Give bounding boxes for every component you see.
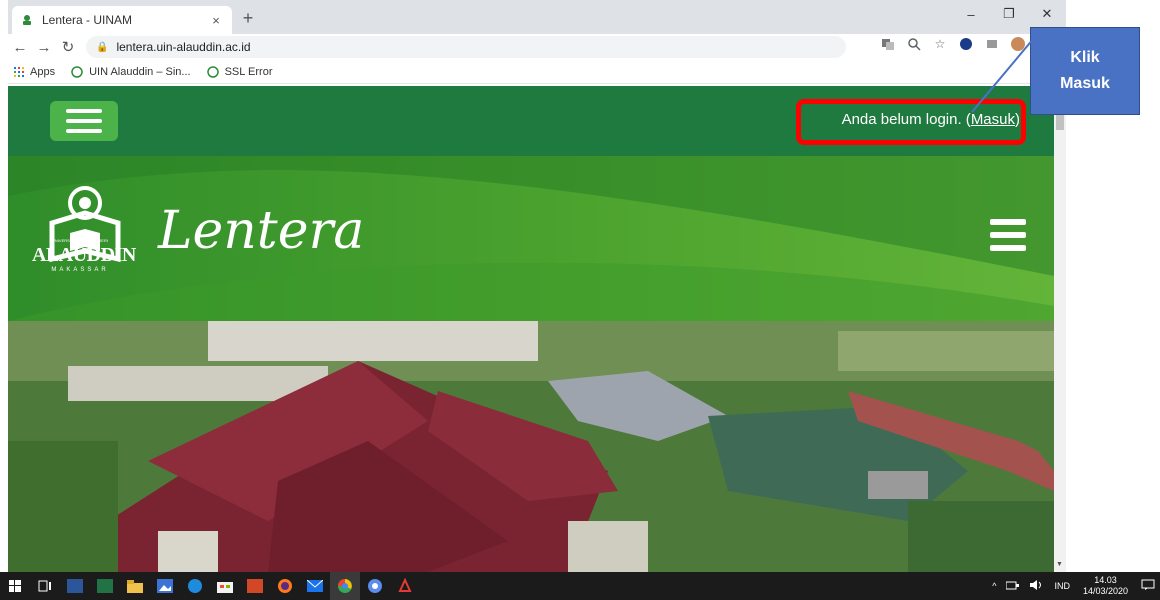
bookmark-label: Apps [30, 65, 56, 78]
windows-start-icon[interactable] [0, 572, 30, 600]
screenshot-root: Lentera - UINAM × + – ❐ ✕ ← → ↻ 🔒 lenter… [0, 0, 1160, 600]
lock-icon: 🔒 [96, 41, 109, 53]
url-text: lentera.uin-alauddin.ac.id [116, 40, 251, 54]
minimize-button[interactable]: – [952, 0, 990, 28]
campus-aerial-photo [8, 321, 1054, 572]
network-icon[interactable] [1001, 580, 1025, 592]
bookmark-label: UIN Alauddin – Sin... [89, 65, 191, 78]
chrome-profile-icon[interactable] [360, 572, 390, 600]
tray-chevron-up-icon[interactable]: ^ [987, 581, 1001, 591]
new-tab-button[interactable]: + [238, 8, 258, 28]
hero-banner: UNIVERSITAS ISLAM NEGERI ALAUDDIN MAKASS… [8, 156, 1054, 321]
hamburger-bar [66, 129, 102, 133]
bookmark-uin-alauddin[interactable]: UIN Alauddin – Sin... [71, 66, 191, 78]
site-favicon-icon [20, 13, 34, 27]
browser-tab-lentera[interactable]: Lentera - UINAM × [12, 6, 232, 34]
clock-time: 14.03 [1094, 575, 1117, 585]
menu-bar [990, 245, 1026, 251]
reload-icon[interactable]: ↻ [56, 35, 80, 59]
callout-line-2: Masuk [1060, 75, 1110, 92]
close-window-button[interactable]: ✕ [1028, 0, 1066, 28]
annotation-callout: Klik Masuk [1030, 27, 1140, 115]
tab-close-icon[interactable]: × [208, 13, 224, 28]
powerpoint-icon[interactable] [240, 572, 270, 600]
address-bar: ← → ↻ 🔒 lentera.uin-alauddin.ac.id ☆ [8, 34, 1066, 60]
window-controls: – ❐ ✕ [952, 0, 1066, 28]
site-brand-title[interactable]: Lentera [158, 201, 364, 261]
restore-button[interactable]: ❐ [990, 0, 1028, 28]
logo-subtitle: UNIVERSITAS ISLAM NEGERI [52, 238, 108, 243]
web-page: Anda belum login. (Masuk) UNIVERSITAS IS… [8, 86, 1054, 572]
bookmark-apps[interactable]: Apps [14, 66, 55, 78]
edge-icon[interactable] [180, 572, 210, 600]
hamburger-bar [66, 109, 102, 113]
tab-bar: Lentera - UINAM × + – ❐ ✕ [8, 0, 1066, 34]
drawer-toggle-button[interactable] [50, 101, 118, 141]
task-view-icon[interactable] [30, 572, 60, 600]
photos-icon[interactable] [150, 572, 180, 600]
notifications-icon[interactable] [1136, 579, 1160, 593]
volume-icon[interactable] [1025, 580, 1049, 592]
photo-illustration [8, 321, 1054, 572]
url-input[interactable]: 🔒 lentera.uin-alauddin.ac.id [86, 36, 846, 58]
taskbar-clock[interactable]: 14.03 14/03/2020 [1075, 575, 1136, 597]
logo-name: ALAUDDIN [32, 244, 136, 266]
site-favicon-icon [206, 65, 219, 78]
bookmark-ssl-error[interactable]: SSL Error [206, 65, 273, 78]
logo-city: MAKASSAR [51, 267, 109, 273]
word-icon[interactable] [60, 572, 90, 600]
highlight-box [796, 99, 1026, 145]
top-navbar: Anda belum login. (Masuk) [8, 86, 1054, 156]
chrome-icon[interactable] [330, 572, 360, 600]
clock-date: 14/03/2020 [1082, 586, 1128, 596]
menu-bar [990, 232, 1026, 238]
zoom-icon[interactable] [906, 36, 922, 52]
profile-avatar-icon[interactable] [1010, 36, 1026, 52]
file-explorer-icon[interactable] [120, 572, 150, 600]
mail-icon[interactable] [300, 572, 330, 600]
acrobat-icon[interactable] [390, 572, 420, 600]
callout-line-1: Klik [1070, 49, 1100, 66]
translate-icon[interactable] [880, 36, 896, 52]
scroll-down-arrow-icon[interactable]: ▼ [1056, 561, 1063, 568]
extension-icon[interactable] [958, 36, 974, 52]
windows-taskbar: ^ IND 14.03 14/03/2020 [0, 572, 1160, 600]
bookmark-label: SSL Error [224, 65, 273, 78]
menu-bar [990, 219, 1026, 225]
excel-icon[interactable] [90, 572, 120, 600]
extension-2-icon[interactable] [984, 36, 1000, 52]
forward-arrow-icon[interactable]: → [32, 35, 56, 59]
menu-icon[interactable] [990, 219, 1026, 251]
apps-grid-icon [14, 66, 24, 77]
system-tray: ^ IND 14.03 14/03/2020 [987, 572, 1160, 600]
firefox-icon[interactable] [270, 572, 300, 600]
input-language[interactable]: IND [1049, 581, 1075, 591]
browser-window: Lentera - UINAM × + – ❐ ✕ ← → ↻ 🔒 lenter… [8, 0, 1066, 572]
bookmark-star-icon[interactable]: ☆ [932, 36, 948, 52]
address-bar-actions: ☆ [880, 36, 1026, 52]
bookmarks-bar: Apps UIN Alauddin – Sin... SSL Error [8, 60, 1066, 84]
page-scrollbar[interactable]: ▼ [1054, 86, 1066, 572]
store-icon[interactable] [210, 572, 240, 600]
site-favicon-icon [71, 65, 83, 78]
tab-title: Lentera - UINAM [42, 13, 133, 27]
back-arrow-icon[interactable]: ← [8, 35, 32, 59]
hamburger-bar [66, 119, 102, 123]
